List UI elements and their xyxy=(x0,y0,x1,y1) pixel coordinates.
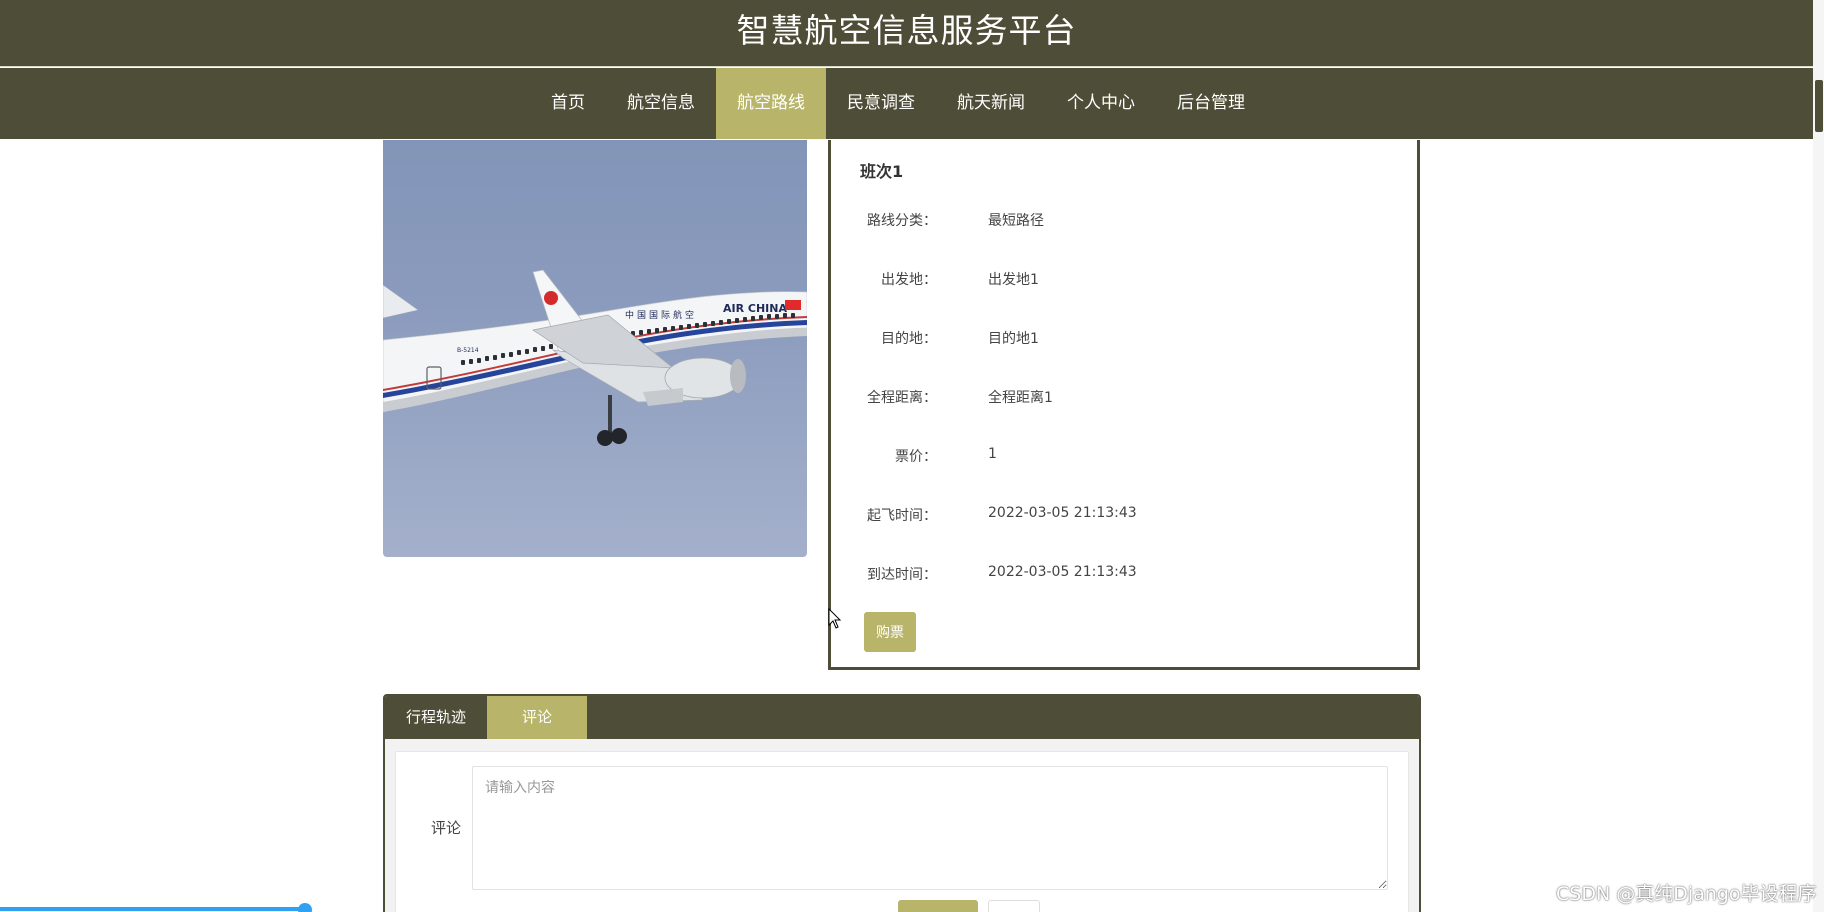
airline-name-text: AIR CHINA xyxy=(723,302,787,315)
detail-value: 出发地1 xyxy=(988,272,1039,288)
comment-form: 评论 xyxy=(395,751,1409,912)
nav-item-personal-center[interactable]: 个人中心 xyxy=(1046,68,1156,139)
airplane-illustration: AIR CHINA 中国国际航空 B-5214 xyxy=(383,269,807,446)
nav-item-aviation-info[interactable]: 航空信息 xyxy=(606,68,716,139)
detail-row-takeoff-time: 起飞时间： 2022-03-05 21:13:43 xyxy=(831,505,1417,525)
detail-label: 路线分类： xyxy=(867,213,937,229)
detail-value: 全程距离1 xyxy=(988,390,1053,406)
detail-label: 票价： xyxy=(895,449,937,465)
nav-item-admin[interactable]: 后台管理 xyxy=(1156,68,1266,139)
tab-comments[interactable]: 评论 xyxy=(487,696,587,739)
route-image: AIR CHINA 中国国际航空 B-5214 xyxy=(383,140,807,557)
nav-item-survey[interactable]: 民意调查 xyxy=(826,68,936,139)
detail-row-departure: 出发地： 出发地1 xyxy=(831,269,1417,289)
nav-item-home[interactable]: 首页 xyxy=(530,68,606,139)
detail-row-distance: 全程距离： 全程距离1 xyxy=(831,387,1417,407)
detail-label: 目的地： xyxy=(881,331,937,347)
tabs-header: 行程轨迹 评论 xyxy=(385,696,1419,739)
scrollbar-track[interactable] xyxy=(1813,0,1824,912)
detail-row-arrival-time: 到达时间： 2022-03-05 21:13:43 xyxy=(831,564,1417,584)
detail-label: 起飞时间： xyxy=(867,508,937,524)
comment-input[interactable] xyxy=(472,766,1388,890)
scrollbar-thumb[interactable] xyxy=(1815,80,1823,132)
page: 智慧航空信息服务平台 首页 航空信息 航空路线 民意调查 航天新闻 个人中心 后… xyxy=(0,0,1824,912)
watermark: CSDN @真纯Django毕设程序 xyxy=(1556,883,1817,905)
detail-row-route-category: 路线分类： 最短路径 xyxy=(831,210,1417,230)
tab-itinerary[interactable]: 行程轨迹 xyxy=(385,696,487,739)
registration-text: B-5214 xyxy=(457,347,479,354)
detail-value: 最短路径 xyxy=(988,213,1044,229)
detail-value: 2022-03-05 21:13:43 xyxy=(988,564,1137,580)
nav-item-aviation-routes[interactable]: 航空路线 xyxy=(716,68,826,139)
detail-row-destination: 目的地： 目的地1 xyxy=(831,328,1417,348)
detail-label: 到达时间： xyxy=(867,567,937,583)
buy-ticket-button[interactable]: 购票 xyxy=(864,612,916,652)
detail-label: 出发地： xyxy=(881,272,937,288)
nav-item-space-news[interactable]: 航天新闻 xyxy=(936,68,1046,139)
mouse-cursor-icon xyxy=(828,608,842,629)
nav-list: 首页 航空信息 航空路线 民意调查 航天新闻 个人中心 后台管理 xyxy=(530,68,1266,139)
site-header: 智慧航空信息服务平台 xyxy=(0,0,1813,67)
detail-value: 目的地1 xyxy=(988,331,1039,347)
detail-value: 2022-03-05 21:13:43 xyxy=(988,505,1137,521)
site-title: 智慧航空信息服务平台 xyxy=(736,11,1077,50)
detail-value: 1 xyxy=(988,446,997,462)
route-title: 班次1 xyxy=(860,162,904,181)
video-progress-bar[interactable] xyxy=(0,907,305,911)
detail-row-price: 票价： 1 xyxy=(831,446,1417,466)
route-details-panel: 班次1 路线分类： 最短路径 出发地： 出发地1 目的地： 目的地1 全程距离：… xyxy=(828,140,1420,670)
detail-label: 全程距离： xyxy=(867,390,937,406)
reset-comment-button[interactable] xyxy=(988,900,1040,912)
nav-bar: 首页 航空信息 航空路线 民意调查 航天新闻 个人中心 后台管理 xyxy=(0,68,1813,139)
submit-comment-button[interactable] xyxy=(898,900,978,912)
chinese-airline-name-text: 中国国际航空 xyxy=(625,309,697,321)
comment-label: 评论 xyxy=(431,819,462,837)
video-progress-handle[interactable] xyxy=(298,903,312,912)
tabs-panel: 行程轨迹 评论 评论 xyxy=(383,694,1421,912)
